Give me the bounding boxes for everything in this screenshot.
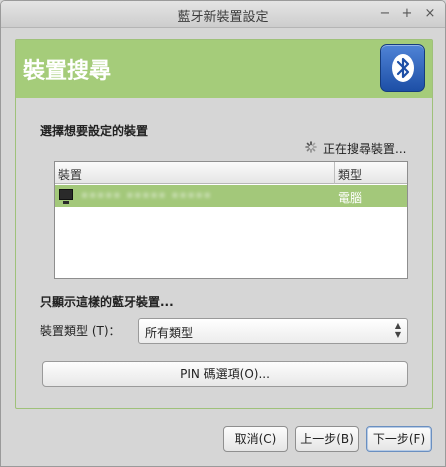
title-bar[interactable]: 藍牙新裝置設定 − + × — [1, 1, 445, 28]
column-header-type[interactable]: 類型 — [338, 166, 362, 183]
page-banner: 裝置搜尋 — [16, 40, 432, 98]
device-section-label: 選擇想要設定的裝置 — [40, 124, 149, 138]
device-name: ••••• ••••• ••••• — [81, 189, 212, 203]
device-type-value: 所有類型 — [145, 326, 194, 340]
column-header-device[interactable]: 裝置 — [58, 166, 82, 183]
cancel-button[interactable]: 取消(C) — [223, 426, 288, 452]
device-list[interactable]: 裝置 類型 ••••• ••••• ••••• 電腦 — [54, 161, 408, 279]
monitor-icon — [59, 189, 73, 204]
bluetooth-icon — [380, 44, 425, 92]
next-button[interactable]: 下一步(F) — [366, 426, 432, 452]
column-divider[interactable] — [334, 162, 335, 184]
device-type-select[interactable]: 所有類型 ▲ ▼ — [138, 318, 408, 344]
close-button[interactable]: × — [422, 5, 438, 23]
wizard-page: 裝置搜尋 選擇想要設定的裝置 正在搜尋裝置... 裝置 類型 ••••• •••… — [15, 39, 433, 409]
list-header: 裝置 類型 — [55, 162, 407, 184]
page-title: 裝置搜尋 — [23, 59, 112, 84]
updown-arrow-icon: ▲ ▼ — [394, 321, 401, 339]
pin-options-button[interactable]: PIN 碼選項(O)... — [42, 361, 408, 387]
wizard-window: 藍牙新裝置設定 − + × 裝置搜尋 選擇想要設定的裝置 正在搜尋裝置... 裝… — [0, 0, 446, 467]
minimize-button[interactable]: − — [377, 5, 393, 23]
table-row[interactable]: ••••• ••••• ••••• 電腦 — [55, 185, 407, 207]
device-type-label: 裝置類型 (T)： — [40, 324, 121, 338]
filter-section-label: 只顯示這樣的藍牙裝置... — [40, 295, 174, 309]
search-status: 正在搜尋裝置... — [323, 142, 407, 156]
spinner-icon — [305, 141, 317, 153]
device-type: 電腦 — [338, 191, 363, 205]
maximize-button[interactable]: + — [399, 5, 415, 23]
back-button[interactable]: 上一步(B) — [295, 426, 359, 452]
